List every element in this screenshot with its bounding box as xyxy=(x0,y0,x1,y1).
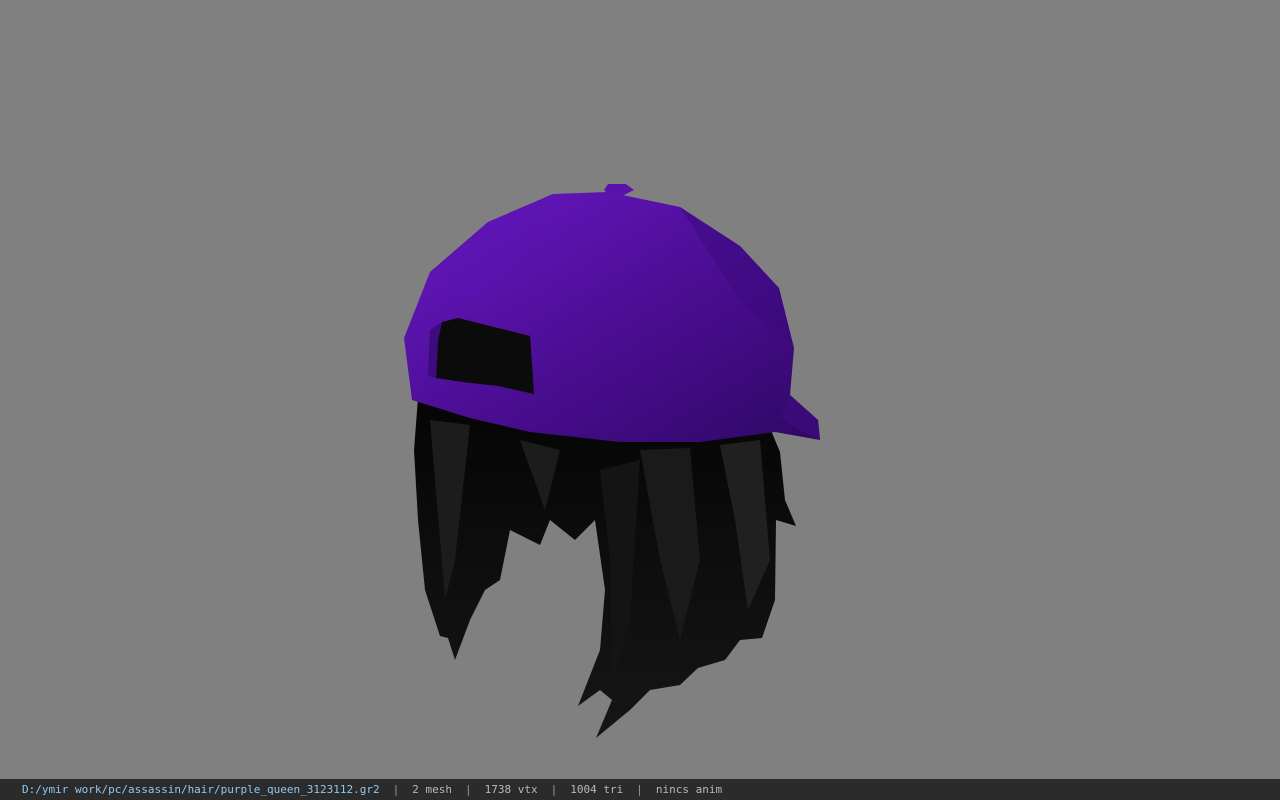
model-render[interactable] xyxy=(0,0,1280,779)
cap-mesh xyxy=(404,184,820,442)
status-bar: D:/ymir work/pc/assassin/hair/purple_que… xyxy=(0,779,1280,800)
animation-status: nincs anim xyxy=(655,783,723,796)
status-separator: | xyxy=(392,783,400,796)
triangle-count: 1004 tri xyxy=(570,783,624,796)
model-file-path: D:/ymir work/pc/assassin/hair/purple_que… xyxy=(22,783,380,796)
status-separator: | xyxy=(636,783,643,796)
status-separator: | xyxy=(465,783,472,796)
vertex-count: 1738 vtx xyxy=(484,783,538,796)
mesh-count: 2 mesh xyxy=(412,783,452,796)
status-separator: | xyxy=(550,783,558,796)
hair-mesh xyxy=(414,398,796,738)
3d-model-viewport[interactable] xyxy=(0,0,1280,779)
